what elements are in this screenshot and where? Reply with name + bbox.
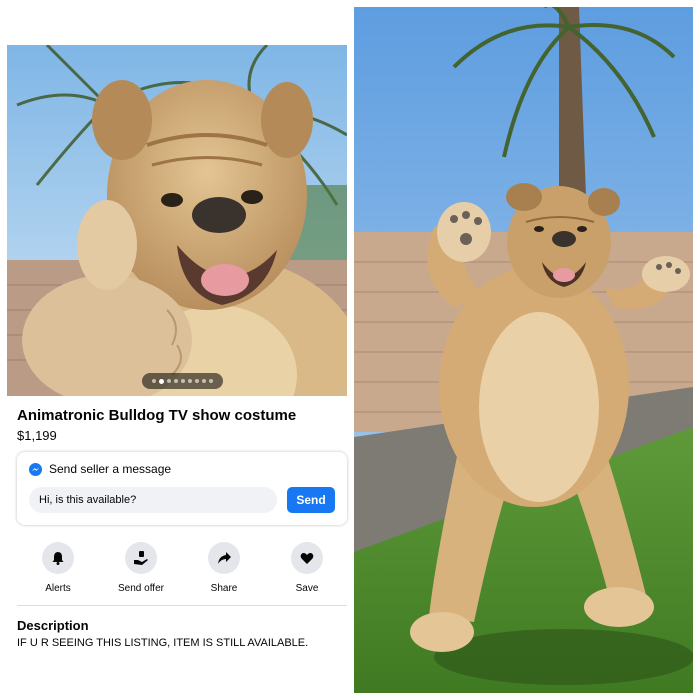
share-icon [208, 542, 240, 574]
bulldog-closeup-image [7, 45, 347, 396]
carousel-dot[interactable] [209, 379, 213, 383]
save-label: Save [295, 583, 319, 594]
listing-price: $1,199 [17, 428, 57, 443]
send-button[interactable]: Send [287, 487, 335, 513]
carousel-dot[interactable] [195, 379, 199, 383]
description-text: IF U R SEEING THIS LISTING, ITEM IS STIL… [17, 637, 309, 649]
listing-photo[interactable] [7, 45, 347, 396]
share-label: Share [210, 583, 238, 594]
message-input[interactable]: Hi, is this available? [29, 487, 277, 513]
action-bar: Alerts Send offer Share Save [17, 542, 347, 594]
bulldog-costume-image [354, 7, 693, 693]
listing-panel: Animatronic Bulldog TV show costume $1,1… [7, 45, 347, 655]
carousel-dot[interactable] [202, 379, 206, 383]
save-button[interactable]: Save [272, 542, 342, 594]
carousel-dot[interactable] [188, 379, 192, 383]
message-heading: Send seller a message [49, 462, 172, 476]
alerts-label: Alerts [45, 583, 71, 594]
share-button[interactable]: Share [189, 542, 259, 594]
carousel-dot[interactable] [167, 379, 171, 383]
offer-icon [125, 542, 157, 574]
send-offer-button[interactable]: Send offer [106, 542, 176, 594]
alerts-button[interactable]: Alerts [23, 542, 93, 594]
carousel-dot[interactable] [174, 379, 178, 383]
carousel-dot[interactable] [152, 379, 156, 383]
message-header: Send seller a message [29, 462, 171, 476]
description-heading: Description [17, 618, 89, 633]
send-offer-label: Send offer [118, 583, 164, 594]
send-message-card: Send seller a message Hi, is this availa… [17, 452, 347, 525]
listing-title: Animatronic Bulldog TV show costume [17, 407, 297, 424]
carousel-indicator[interactable] [142, 373, 223, 389]
carousel-dot[interactable] [181, 379, 185, 383]
full-body-photo [354, 7, 693, 693]
messenger-icon [29, 462, 42, 476]
divider [17, 605, 347, 606]
heart-icon [291, 542, 323, 574]
carousel-dot[interactable] [159, 378, 164, 384]
bell-icon [42, 542, 74, 574]
